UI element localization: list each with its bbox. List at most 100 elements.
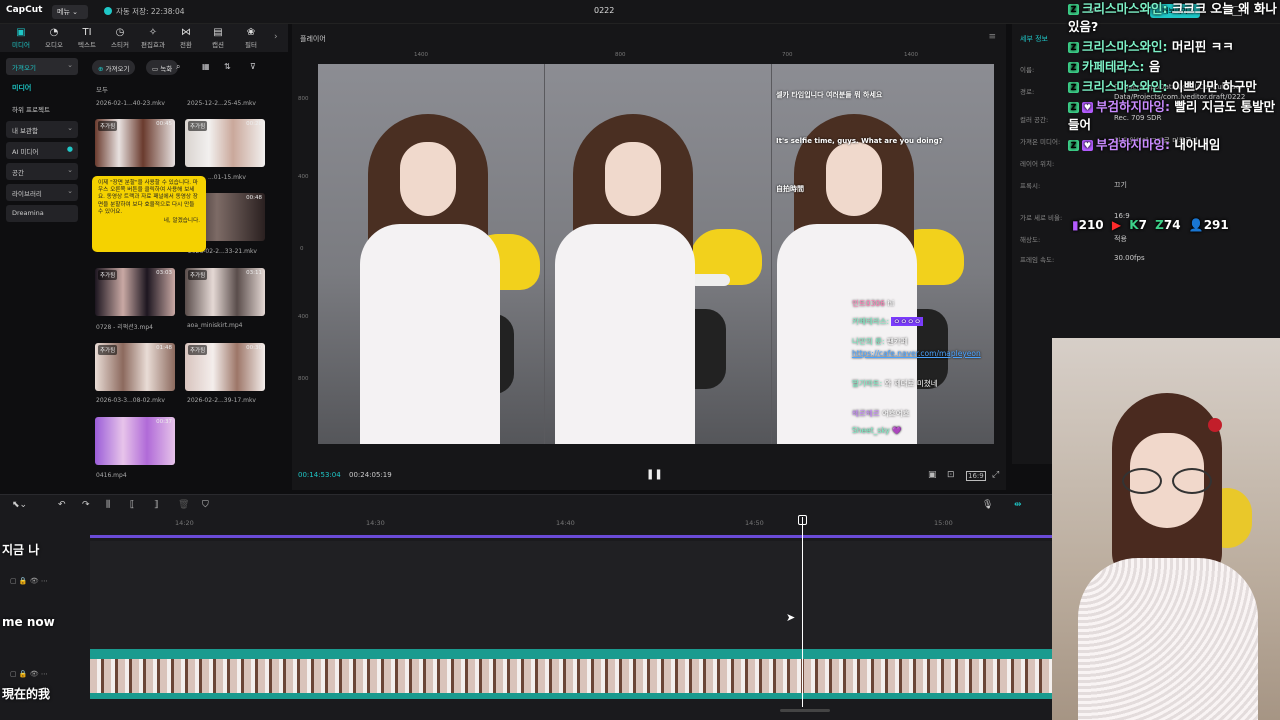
tab-details[interactable]: 세부 정보 — [1020, 34, 1048, 44]
chevron-down-icon: ⌄ — [67, 124, 73, 132]
text-track-clip[interactable] — [90, 535, 1052, 538]
tab-media[interactable]: ▣ 미디어 — [5, 27, 37, 51]
sidebar-item-subproject[interactable]: 하위 프로젝트 — [6, 100, 78, 117]
video-preview[interactable]: 셀카 타임입니다 여러분들 뭐 하세요 It's selfie time, gu… — [318, 64, 994, 444]
video-chat-line: 카페테라스: ㅇㅇㅇㅇ — [852, 317, 924, 326]
toggle-icon: ● — [66, 145, 73, 153]
sidebar-item-space[interactable]: 공간 ⌄ — [6, 163, 78, 180]
detail-value: 30.00fps — [1114, 254, 1145, 262]
total-time: 00:24:05:19 — [349, 471, 392, 479]
chevron-down-icon: ⌄ — [67, 187, 73, 195]
chzzk-icon: Z — [1155, 218, 1164, 232]
detail-label: 가져온 미디어: — [1020, 138, 1061, 146]
sidebar-item-media[interactable]: 미디어 — [6, 79, 78, 96]
added-badge: 추가됨 — [188, 270, 208, 280]
import-button[interactable]: ⊕ 가져오기 — [92, 60, 136, 75]
delete-icon[interactable]: 🗑 — [178, 500, 189, 510]
sidebar-item-dreamina[interactable]: Dreamina — [6, 205, 78, 222]
stream-chat-overlay: Z 크리스마스와인: 크크크 오늘 왜 화나있음? Z 크리스마스와인: 머리핀 ㅋ… — [1068, 0, 1280, 240]
transition-icon: ⋈ — [181, 27, 191, 38]
media-toolbar: ▣ 미디어 ◔ 오디오 TI 텍스트 ◷ 스티커 ✧ 편집효과 ⋈ 전환 ▤ 캡션 ❀ 필터 › — [0, 24, 288, 52]
split-icon[interactable]: ⫼ — [106, 500, 110, 510]
added-badge: 추가됨 — [98, 270, 118, 280]
chevron-right-icon[interactable]: › — [274, 32, 278, 42]
tooltip-confirm-button[interactable]: 네, 알겠습니다. — [98, 218, 200, 225]
file-name: ...01-15.mkv — [208, 174, 246, 181]
record-label: 녹화 — [160, 65, 173, 73]
media-thumbnail[interactable]: 추가됨 00:30 — [185, 343, 265, 391]
detail-label: 컬러 공간: — [1020, 116, 1049, 124]
media-icon: ▣ — [16, 27, 26, 38]
playhead-handle[interactable] — [798, 515, 807, 525]
chat-badge-icon: Z — [1068, 82, 1079, 93]
track-controls[interactable]: ▢ 🔒 👁 ⋯ — [10, 670, 48, 678]
sticker-icon: ◷ — [115, 27, 125, 38]
trim-right-icon[interactable]: ⟧ — [154, 500, 158, 510]
chat-message: Z ♥ 부검하지마잉: 빨리 지금도 통발만들어 — [1068, 99, 1276, 132]
fullscreen-icon[interactable]: ⤢ — [992, 470, 999, 480]
video-chat-line: 나만의 룬: 팬카페 — [852, 337, 908, 346]
chat-badge-icon: Z — [1068, 62, 1079, 73]
sidebar-item-label: AI 미디어 — [12, 148, 39, 156]
sort-icon[interactable]: ⇅ — [224, 62, 231, 71]
video-track-clip[interactable] — [90, 649, 1052, 699]
tab-transition[interactable]: ⋈ 전환 — [170, 27, 202, 51]
caption-icon: ▤ — [213, 27, 223, 38]
chat-message: Z 크리스마스와인: 이쁘기만 하구만 — [1068, 78, 1280, 96]
tooltip-text: 이제 "장면 분할"을 사용할 수 있습니다. 마우스 오른쪽 버튼을 클릭하여… — [98, 180, 198, 215]
media-thumbnail[interactable]: 추가됨 03:03 — [95, 268, 175, 316]
media-thumbnail[interactable]: 추가됨 00:45 — [95, 119, 175, 167]
tab-filter[interactable]: ❀ 필터 — [235, 27, 267, 51]
media-thumbnail[interactable]: 추가됨 03:11 — [185, 268, 265, 316]
file-name: 2026-03-3...08-02.mkv — [96, 397, 165, 404]
tab-text[interactable]: TI 텍스트 — [71, 27, 103, 51]
viewers-icon: 👤 — [1188, 218, 1204, 232]
tab-audio[interactable]: ◔ 오디오 — [38, 27, 70, 51]
grid-view-icon[interactable]: ▦ — [202, 62, 210, 71]
tab-effects[interactable]: ✧ 편집효과 — [137, 27, 169, 51]
text-icon: TI — [82, 27, 92, 38]
menu-button[interactable]: 메뉴 ⌄ — [52, 5, 88, 19]
kick-count: 7 — [1138, 218, 1147, 232]
video-chat-line: 민트0306 hi — [852, 299, 895, 308]
filter-icon[interactable]: ⊽ — [250, 62, 256, 71]
undo-icon[interactable]: ↶ — [58, 500, 66, 510]
video-chat-line: 딸기마트: 와 제대로 미쳤네 — [852, 379, 938, 388]
track-caption-korean: 지금 나 — [2, 543, 40, 557]
sidebar-item-library[interactable]: 내 보관함 ⌄ — [6, 121, 78, 138]
cloud-icon — [104, 7, 112, 15]
autosave-label: 자동 저장: 22:38:04 — [116, 7, 185, 16]
tab-label: 캡션 — [212, 41, 224, 49]
current-time: 00:14:53:04 — [298, 471, 341, 479]
record-button[interactable]: ▭ 녹화 — [146, 60, 179, 75]
detail-label: 프록시: — [1020, 182, 1041, 190]
ruler-label: 700 — [782, 52, 793, 58]
select-tool-icon[interactable]: ⬉⌄ — [12, 500, 27, 510]
crop-icon[interactable]: ⊡ — [947, 470, 955, 480]
tab-caption[interactable]: ▤ 캡션 — [202, 27, 234, 51]
timeline-scrollbar[interactable] — [780, 709, 830, 712]
media-thumbnail[interactable]: 00:37 — [95, 417, 175, 465]
microphone-icon[interactable]: 🎙 — [982, 500, 993, 510]
fit-icon[interactable]: ▣ — [928, 470, 937, 480]
tab-sticker[interactable]: ◷ 스티커 — [104, 27, 136, 51]
sidebar-item-ai-media[interactable]: AI 미디어 ● — [6, 142, 78, 159]
trim-left-icon[interactable]: ⟦ — [130, 500, 134, 510]
playhead[interactable] — [802, 517, 803, 707]
ratio-button[interactable]: 16:9 — [966, 471, 986, 481]
track-caption-chinese: 現在的我 — [2, 687, 51, 701]
pause-icon[interactable]: ❚❚ — [646, 469, 663, 480]
shield-icon[interactable]: ⛉ — [202, 500, 209, 510]
person — [400, 142, 456, 216]
menu-icon[interactable]: ≡ — [988, 32, 996, 42]
chevron-down-icon: ⌄ — [67, 166, 73, 174]
glasses — [1122, 468, 1162, 494]
track-controls[interactable]: ▢ 🔒 👁 ⋯ — [10, 577, 48, 585]
media-thumbnail[interactable]: 추가됨 01:48 — [95, 343, 175, 391]
search-icon[interactable]: ⌕ — [176, 62, 180, 72]
media-thumbnail[interactable]: 추가됨 00:28 — [185, 119, 265, 167]
link-icon[interactable]: ⇹ — [1014, 500, 1022, 510]
sidebar-item-import[interactable]: 가져오기 ⌄ — [6, 58, 78, 75]
sidebar-item-library2[interactable]: 라이브러리 ⌄ — [6, 184, 78, 201]
redo-icon[interactable]: ↷ — [82, 500, 90, 510]
